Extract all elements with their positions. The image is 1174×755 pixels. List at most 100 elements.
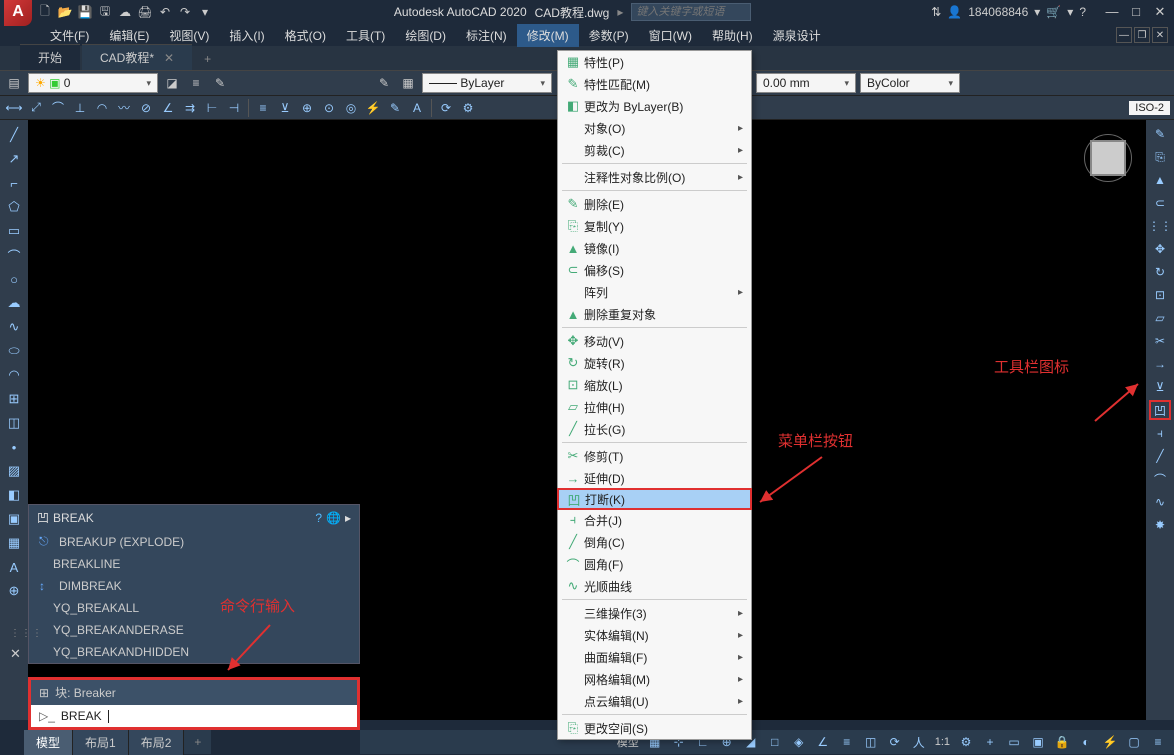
menu-item[interactable]: ◧更改为 ByLayer(B): [558, 95, 751, 117]
table-icon[interactable]: ▦: [3, 532, 25, 554]
region-icon[interactable]: ▣: [3, 508, 25, 530]
command-block-title[interactable]: ⊞ 块: Breaker: [31, 680, 357, 705]
user-name[interactable]: 184068846: [968, 5, 1028, 19]
make-block-icon[interactable]: ◫: [3, 412, 25, 434]
app-logo[interactable]: A: [4, 0, 32, 26]
line-icon[interactable]: ╱: [3, 124, 25, 146]
hw-accel-icon[interactable]: ⚡: [1100, 732, 1120, 752]
arc-icon[interactable]: ⌒: [3, 244, 25, 266]
construction-line-icon[interactable]: ↗: [3, 148, 25, 170]
workspace-icon[interactable]: ⚙: [956, 732, 976, 752]
dim-edit-icon[interactable]: ✎: [385, 98, 405, 118]
polyline-icon[interactable]: ⌐: [3, 172, 25, 194]
otrack-icon[interactable]: ∠: [813, 732, 833, 752]
ellipse-arc-icon[interactable]: ◠: [3, 364, 25, 386]
menu-item[interactable]: ╱倒角(C): [558, 531, 751, 553]
menu-item[interactable]: ⫞合并(J): [558, 509, 751, 531]
suggest-help-icon[interactable]: ?: [315, 511, 322, 525]
qat-more-icon[interactable]: ▾: [196, 3, 214, 21]
user-icon[interactable]: 👤: [947, 5, 962, 19]
menu-item[interactable]: ▱拉伸(H): [558, 396, 751, 418]
plotstyle-dropdown[interactable]: ByColor▾: [860, 73, 960, 93]
panel-handle[interactable]: ⋮⋮⋮: [10, 628, 43, 639]
menu-item[interactable]: ↻旋转(R): [558, 352, 751, 374]
open-icon[interactable]: 📂: [56, 3, 74, 21]
menu-item[interactable]: 阵列▸: [558, 281, 751, 303]
app-menu-icon[interactable]: ▾: [1067, 5, 1073, 19]
dim-radius-icon[interactable]: ◠: [92, 98, 112, 118]
revision-cloud-icon[interactable]: ☁: [3, 292, 25, 314]
isolate-icon[interactable]: ◐: [1076, 732, 1096, 752]
layout-add-button[interactable]: +: [184, 731, 211, 753]
scale-icon[interactable]: ⊡: [1149, 285, 1171, 305]
array-icon[interactable]: ⋮⋮: [1149, 216, 1171, 236]
rectangle-icon[interactable]: ▭: [3, 220, 25, 242]
doc-min-button[interactable]: —: [1116, 27, 1132, 43]
copy-icon[interactable]: ⎘: [1149, 147, 1171, 167]
menu-item[interactable]: ✥移动(V): [558, 330, 751, 352]
redo-icon[interactable]: ↷: [176, 3, 194, 21]
break-at-point-icon[interactable]: ⊻: [1149, 377, 1171, 397]
circle-icon[interactable]: ○: [3, 268, 25, 290]
gradient-icon[interactable]: ◧: [3, 484, 25, 506]
layout-tab-model[interactable]: 模型: [24, 730, 73, 755]
mirror-icon[interactable]: ▲: [1149, 170, 1171, 190]
doc-restore-button[interactable]: ❐: [1134, 27, 1150, 43]
help-icon[interactable]: ?: [1079, 5, 1086, 19]
dim-jogged-icon[interactable]: 〰: [114, 98, 134, 118]
menu-insert[interactable]: 插入(I): [219, 24, 274, 47]
menu-tools[interactable]: 工具(T): [336, 24, 395, 47]
menu-item[interactable]: ⎘复制(Y): [558, 215, 751, 237]
layer-match-icon[interactable]: ✎: [210, 73, 230, 93]
move-icon[interactable]: ✥: [1149, 239, 1171, 259]
offset-icon[interactable]: ⊂: [1149, 193, 1171, 213]
join-icon[interactable]: ⫞: [1149, 423, 1171, 443]
menu-item[interactable]: ✎特性匹配(M): [558, 73, 751, 95]
tab-start[interactable]: 开始: [20, 44, 80, 70]
minimize-button[interactable]: —: [1102, 4, 1122, 20]
dim-quick-icon[interactable]: ⇉: [180, 98, 200, 118]
web-icon[interactable]: ☁: [116, 3, 134, 21]
selection-cycle-icon[interactable]: ⟳: [885, 732, 905, 752]
fillet-icon[interactable]: ⌒: [1149, 469, 1171, 489]
layer-state-icon[interactable]: ≡: [186, 73, 206, 93]
annotation-monitor-icon[interactable]: +: [980, 732, 1000, 752]
dim-update-icon[interactable]: ⟳: [436, 98, 456, 118]
menu-item[interactable]: ⊂偏移(S): [558, 259, 751, 281]
tab-new-button[interactable]: +: [194, 48, 221, 70]
spline-icon[interactable]: ∿: [3, 316, 25, 338]
lineweight-dropdown[interactable]: 0.00 mm▾: [756, 73, 856, 93]
menu-item[interactable]: 网格编辑(M)▸: [558, 668, 751, 690]
annotation-icon[interactable]: 人: [909, 732, 929, 752]
save-icon[interactable]: 💾: [76, 3, 94, 21]
suggest-item[interactable]: YQ_BREAKALL: [29, 597, 359, 619]
layout-tab-2[interactable]: 布局2: [129, 730, 185, 755]
doc-close-button[interactable]: ✕: [1152, 27, 1168, 43]
maximize-button[interactable]: □: [1126, 4, 1146, 20]
prop-match-icon[interactable]: ✎: [374, 73, 394, 93]
dim-linear-icon[interactable]: ⟷: [4, 98, 24, 118]
suggest-head[interactable]: BREAK: [53, 511, 94, 525]
help-search-input[interactable]: [631, 3, 751, 21]
menu-item[interactable]: 注释性对象比例(O)▸: [558, 166, 751, 188]
menu-item[interactable]: ⊡缩放(L): [558, 374, 751, 396]
menu-item[interactable]: 凹打断(K): [557, 488, 752, 510]
units-icon[interactable]: ▭: [1004, 732, 1024, 752]
layer-manager-icon[interactable]: ▤: [4, 73, 24, 93]
erase-icon[interactable]: ✎: [1149, 124, 1171, 144]
add-selected-icon[interactable]: ⊕: [3, 580, 25, 602]
share-icon[interactable]: ⇅: [931, 5, 941, 19]
dim-continue-icon[interactable]: ⊣: [224, 98, 244, 118]
polygon-icon[interactable]: ⬠: [3, 196, 25, 218]
viewcube[interactable]: [1078, 128, 1138, 188]
menu-modify[interactable]: 修改(M): [517, 24, 579, 47]
inspect-icon[interactable]: ◎: [341, 98, 361, 118]
menu-format[interactable]: 格式(O): [275, 24, 336, 47]
menu-item[interactable]: 对象(O)▸: [558, 117, 751, 139]
suggest-globe-icon[interactable]: 🌐: [326, 511, 341, 525]
tab-close-icon[interactable]: ✕: [164, 51, 174, 65]
layer-prev-icon[interactable]: ◪: [162, 73, 182, 93]
scale-label[interactable]: 1:1: [933, 736, 952, 748]
menu-item[interactable]: ∿光顺曲线: [558, 575, 751, 597]
menu-item[interactable]: →延伸(D): [558, 467, 751, 489]
